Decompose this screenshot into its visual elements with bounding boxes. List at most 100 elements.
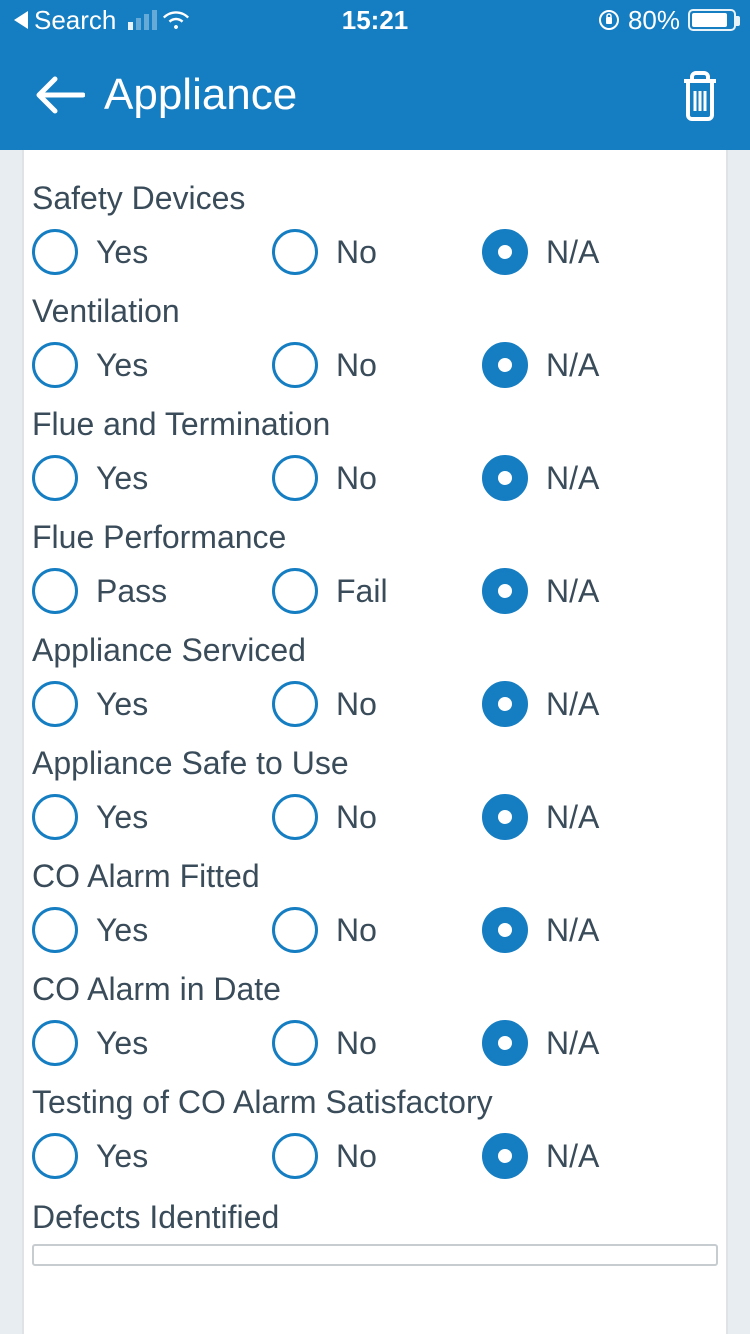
radio-label: No [336, 799, 377, 836]
wifi-icon [163, 10, 189, 30]
radio-option[interactable]: Yes [32, 907, 272, 953]
question: Appliance Serviced Yes No N/A [24, 626, 726, 739]
radio-option[interactable]: Yes [32, 229, 272, 275]
radio-option[interactable]: N/A [482, 229, 718, 275]
radio-label: No [336, 1138, 377, 1175]
back-app-label[interactable]: Search [34, 5, 116, 36]
defects-label: Defects Identified [32, 1199, 718, 1244]
radio-option[interactable]: No [272, 229, 482, 275]
radio-row: Pass Fail N/A [24, 568, 726, 614]
radio-option[interactable]: No [272, 342, 482, 388]
radio-option[interactable]: Yes [32, 794, 272, 840]
radio-option[interactable]: Pass [32, 568, 272, 614]
content-wrap: Safety DevicesYesNoN/AVentilationYesNoN/… [0, 150, 750, 1334]
form-card: Safety DevicesYesNoN/AVentilationYesNoN/… [22, 150, 728, 1334]
radio-label: N/A [546, 1025, 599, 1062]
radio-option[interactable]: No [272, 1020, 482, 1066]
radio-option[interactable]: N/A [482, 1133, 718, 1179]
radio-icon [482, 681, 528, 727]
page-title: Appliance [104, 70, 297, 120]
radio-option[interactable]: Yes [32, 455, 272, 501]
radio-row: Yes No N/A [24, 1133, 726, 1179]
question-title: Ventilation [24, 293, 726, 342]
delete-button[interactable] [662, 69, 722, 121]
back-app-caret-icon[interactable] [14, 11, 28, 29]
radio-icon [272, 229, 318, 275]
trash-icon [678, 69, 722, 121]
radio-option[interactable]: N/A [482, 568, 718, 614]
question-title: Safety Devices [24, 180, 726, 229]
question: CO Alarm in Date Yes No N/A [24, 965, 726, 1078]
radio-option[interactable]: N/A [482, 907, 718, 953]
radio-option[interactable]: Fail [272, 568, 482, 614]
radio-row: Yes No N/A [24, 455, 726, 501]
radio-label: N/A [546, 799, 599, 836]
radio-icon [32, 907, 78, 953]
question-title: Flue and Termination [24, 406, 726, 455]
status-right: 80% [484, 5, 736, 36]
defects-input[interactable] [32, 1244, 718, 1266]
radio-icon [482, 455, 528, 501]
radio-option[interactable]: No [272, 794, 482, 840]
question-title: CO Alarm Fitted [24, 858, 726, 907]
status-bar: Search 15:21 80% [0, 0, 750, 40]
radio-icon [482, 1133, 528, 1179]
radio-icon [272, 907, 318, 953]
radio-option[interactable]: N/A [482, 455, 718, 501]
radio-label: Yes [96, 234, 148, 271]
radio-icon [482, 794, 528, 840]
radio-label: N/A [546, 1138, 599, 1175]
radio-icon [32, 794, 78, 840]
radio-label: Yes [96, 912, 148, 949]
radio-icon [272, 794, 318, 840]
radio-label: N/A [546, 347, 599, 384]
radio-icon [272, 1133, 318, 1179]
radio-icon [272, 455, 318, 501]
radio-label: N/A [546, 573, 599, 610]
radio-label: Yes [96, 347, 148, 384]
radio-option[interactable]: Yes [32, 342, 272, 388]
radio-option[interactable]: Yes [32, 1133, 272, 1179]
radio-label: Pass [96, 573, 167, 610]
radio-label: N/A [546, 460, 599, 497]
radio-option[interactable]: N/A [482, 681, 718, 727]
question-title: CO Alarm in Date [24, 971, 726, 1020]
radio-label: No [336, 686, 377, 723]
radio-option[interactable]: No [272, 907, 482, 953]
radio-label: Yes [96, 686, 148, 723]
radio-option[interactable]: No [272, 681, 482, 727]
radio-option[interactable]: No [272, 1133, 482, 1179]
radio-label: Yes [96, 1025, 148, 1062]
radio-icon [482, 1020, 528, 1066]
status-time: 15:21 [266, 5, 484, 36]
radio-row: Yes No N/A [24, 229, 726, 275]
radio-icon [32, 681, 78, 727]
question-title: Appliance Safe to Use [24, 745, 726, 794]
radio-option[interactable]: No [272, 455, 482, 501]
question: Safety Devices Yes No N/A [24, 174, 726, 287]
radio-row: Yes No N/A [24, 794, 726, 840]
question: Flue and TerminationYes No N/A [24, 400, 726, 513]
radio-icon [272, 342, 318, 388]
back-button[interactable] [20, 75, 100, 115]
radio-label: Fail [336, 573, 388, 610]
question-title: Appliance Serviced [24, 632, 726, 681]
orientation-lock-icon [598, 9, 620, 31]
nav-header: Appliance [0, 40, 750, 150]
radio-option[interactable]: Yes [32, 681, 272, 727]
radio-icon [32, 342, 78, 388]
radio-option[interactable]: N/A [482, 794, 718, 840]
radio-option[interactable]: N/A [482, 342, 718, 388]
radio-option[interactable]: Yes [32, 1020, 272, 1066]
radio-icon [482, 229, 528, 275]
radio-icon [32, 229, 78, 275]
radio-option[interactable]: N/A [482, 1020, 718, 1066]
radio-row: Yes NoN/A [24, 907, 726, 953]
radio-label: No [336, 347, 377, 384]
radio-icon [272, 1020, 318, 1066]
question: Appliance Safe to UseYes No N/A [24, 739, 726, 852]
radio-label: N/A [546, 234, 599, 271]
radio-label: No [336, 460, 377, 497]
radio-label: N/A [546, 686, 599, 723]
radio-icon [482, 568, 528, 614]
